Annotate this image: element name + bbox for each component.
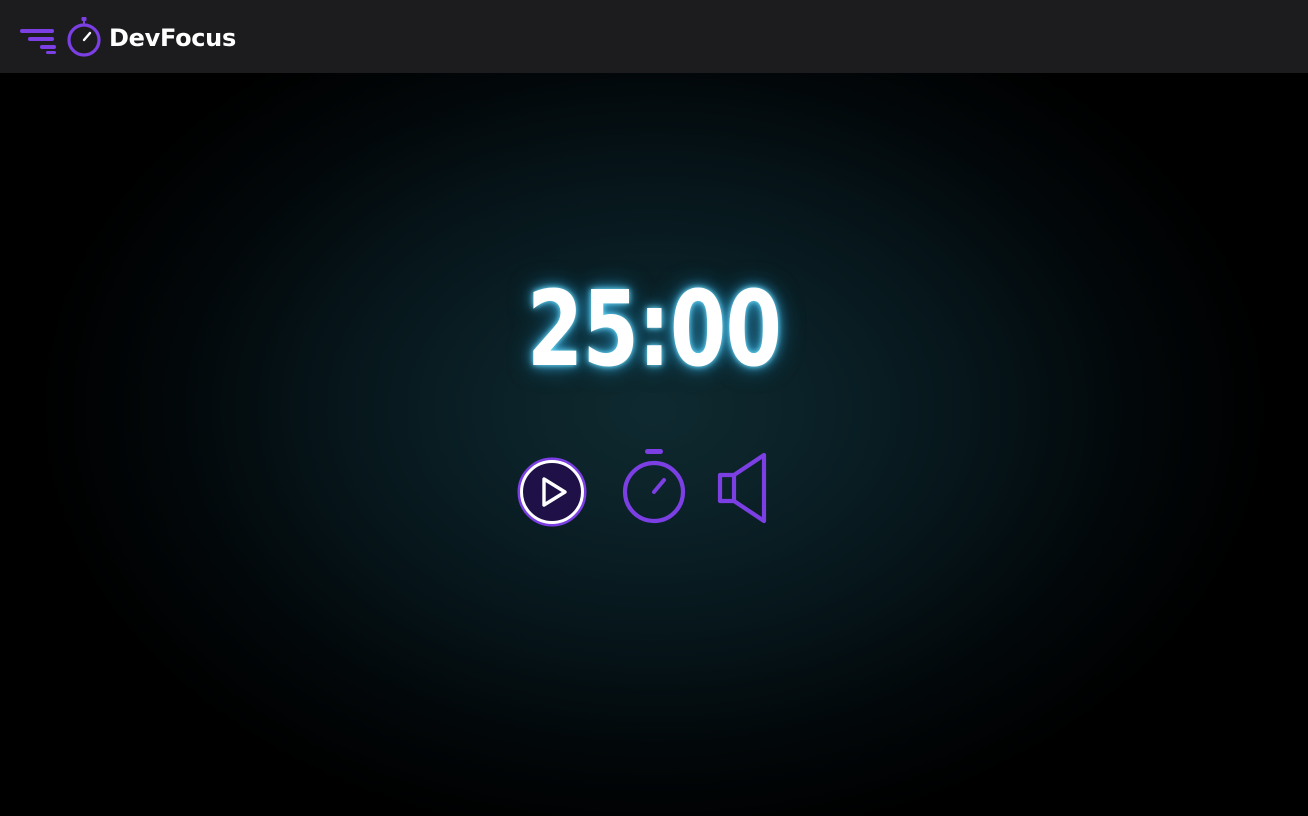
stopwatch-icon — [622, 449, 686, 524]
brand-logo[interactable]: DevFocus — [20, 13, 236, 61]
timer-button[interactable] — [618, 445, 690, 527]
timer-stage: 25:00 — [0, 73, 1308, 816]
speaker-icon — [717, 452, 767, 524]
stopwatch-speed-icon — [20, 16, 101, 57]
countdown-display: 25:00 — [526, 268, 782, 390]
brand-name: DevFocus — [109, 23, 236, 52]
play-circle-icon — [517, 457, 587, 527]
sound-button[interactable] — [714, 451, 772, 527]
play-button[interactable] — [515, 455, 589, 529]
top-bar: DevFocus — [0, 0, 1308, 73]
app-window: DevFocus 25:00 — [0, 0, 1308, 816]
timer-controls — [0, 73, 1308, 816]
